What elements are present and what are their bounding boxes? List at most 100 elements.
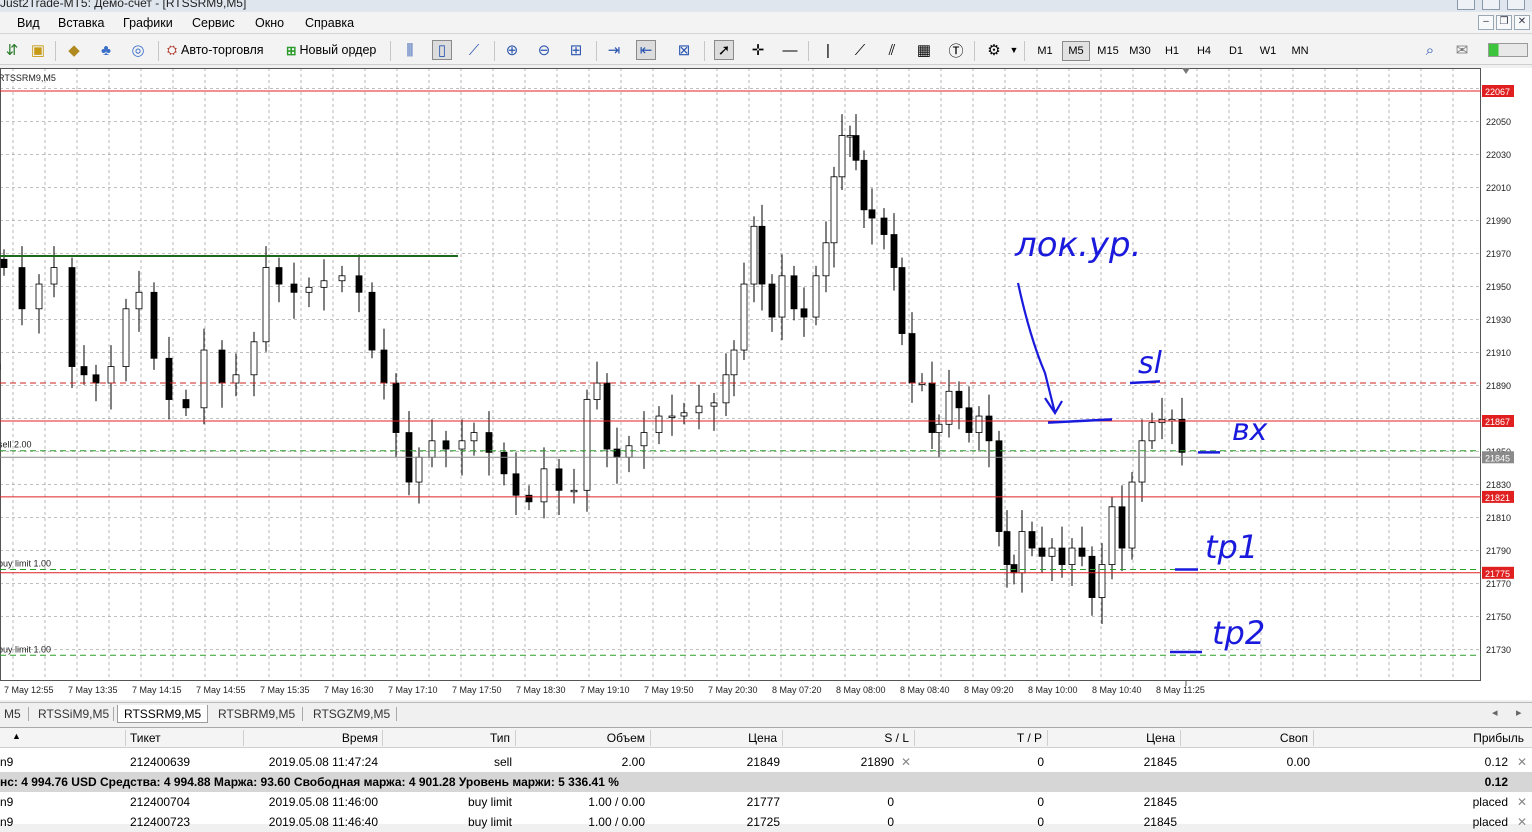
- cell-swap: 0.00: [1286, 755, 1310, 769]
- timeframe-d1[interactable]: D1: [1222, 41, 1250, 61]
- tab-rtssim9[interactable]: RTSSiM9,M5: [32, 705, 115, 723]
- price-chart[interactable]: 2207022050220302201021990219702195021930…: [0, 68, 1532, 700]
- position-row[interactable]: n9 212400639 2019.05.08 11:47:24 sell 2.…: [0, 752, 1532, 772]
- cell-tp[interactable]: 0: [914, 815, 1044, 829]
- candle-body: [1148, 422, 1156, 442]
- candle-body: [1178, 418, 1186, 453]
- text-tool-icon[interactable]: Ⓣ: [946, 40, 966, 60]
- col-current-price[interactable]: Цена: [1047, 731, 1175, 745]
- timeframe-w1[interactable]: W1: [1254, 41, 1282, 61]
- handwritten-sl-mark: [1129, 380, 1161, 385]
- zoom-in-icon[interactable]: ⊕: [502, 40, 522, 60]
- menu-tools[interactable]: Сервис: [192, 16, 235, 30]
- time-axis-label: 7 May 19:10: [580, 685, 630, 695]
- chart-shift-icon[interactable]: ⇤: [636, 40, 656, 60]
- remove-sl-icon[interactable]: ✕: [901, 755, 911, 769]
- tab-rtsbrm9[interactable]: RTSBRM9,M5: [212, 705, 301, 723]
- col-ticket[interactable]: Тикет: [130, 731, 161, 745]
- cursor-icon[interactable]: ➚: [714, 40, 734, 60]
- timeframe-m1[interactable]: M1: [1031, 41, 1059, 61]
- candle-body: [768, 283, 776, 318]
- tab-rtssrm9[interactable]: RTSSRM9,M5: [117, 705, 209, 723]
- menu-help[interactable]: Справка: [305, 16, 354, 30]
- cell-tp[interactable]: 0: [914, 755, 1044, 769]
- timeframe-m30[interactable]: M30: [1126, 41, 1154, 61]
- bar-chart-icon[interactable]: ⫼: [400, 40, 420, 60]
- candle-body: [758, 225, 766, 285]
- profiles-icon[interactable]: ▣: [28, 40, 48, 60]
- candlestick-chart-icon[interactable]: ▯: [432, 40, 452, 60]
- menu-window[interactable]: Окно: [255, 16, 284, 30]
- tabs-scroll-right-icon[interactable]: ▸: [1516, 706, 1522, 719]
- price-axis-label: 21970: [1486, 249, 1511, 259]
- shapes-icon[interactable]: ⚙: [984, 40, 1004, 60]
- balance-summary: нс: 4 994.76 USD Средства: 4 994.88 Марж…: [0, 775, 619, 789]
- chart-minimize-button[interactable]: –: [1478, 15, 1494, 30]
- col-time[interactable]: Время: [243, 731, 378, 745]
- candle-body: [35, 283, 43, 310]
- market-watch-icon[interactable]: ◆: [64, 40, 84, 60]
- menu-insert[interactable]: Вставка: [58, 16, 104, 30]
- line-chart-icon[interactable]: ⟋: [464, 40, 484, 60]
- cell-sl[interactable]: 0: [782, 815, 894, 829]
- chart-close-button[interactable]: ✕: [1514, 15, 1530, 30]
- new-order-button[interactable]: ⊞ Новый ордер: [286, 39, 376, 61]
- price-tag-label: 21821: [1485, 493, 1510, 503]
- equidistant-channel-icon[interactable]: ⫽: [882, 40, 902, 60]
- col-price[interactable]: Цена: [650, 731, 777, 745]
- indicators-icon[interactable]: ⊠: [674, 40, 694, 60]
- chat-icon[interactable]: ✉: [1452, 40, 1472, 60]
- chevron-down-icon[interactable]: ▼: [1004, 40, 1024, 60]
- fibonacci-icon[interactable]: ▦: [914, 40, 934, 60]
- cell-sl[interactable]: 21890: [782, 755, 894, 769]
- order-row[interactable]: n9 212400723 2019.05.08 11:46:40 buy lim…: [0, 812, 1532, 832]
- order-line-label: buy limit 1.00: [0, 559, 51, 569]
- minimize-window-button[interactable]: [1457, 0, 1475, 10]
- close-position-icon[interactable]: ✕: [1517, 755, 1527, 769]
- chart-restore-button[interactable]: ❐: [1496, 15, 1512, 30]
- zoom-out-icon[interactable]: ⊖: [534, 40, 554, 60]
- new-chart-icon[interactable]: ⇵: [2, 40, 22, 60]
- auto-trading-button[interactable]: ⛭ Авто-торговля: [167, 39, 264, 61]
- cell-tp[interactable]: 0: [914, 795, 1044, 809]
- close-window-button[interactable]: [1507, 0, 1525, 10]
- delete-order-icon[interactable]: ✕: [1517, 795, 1527, 809]
- chart-area[interactable]: 2207022050220302201021990219702195021930…: [0, 68, 1532, 700]
- tab-rtsgzm9[interactable]: RTSGZM9,M5: [307, 705, 396, 723]
- col-tp[interactable]: T / P: [914, 731, 1042, 745]
- delete-order-icon[interactable]: ✕: [1517, 815, 1527, 829]
- timeframe-mn[interactable]: MN: [1286, 41, 1314, 61]
- trend-line-icon[interactable]: ⟋: [850, 40, 870, 60]
- timeframe-h4[interactable]: H4: [1190, 41, 1218, 61]
- cell-ticket: 212400723: [130, 815, 191, 829]
- horizontal-line-icon[interactable]: —: [780, 40, 800, 60]
- col-volume[interactable]: Объем: [515, 731, 645, 745]
- navigator-icon[interactable]: ♣: [96, 40, 116, 60]
- menu-view[interactable]: Вид: [17, 16, 40, 30]
- menu-charts[interactable]: Графики: [123, 16, 173, 30]
- search-icon[interactable]: ⌕: [1420, 40, 1440, 60]
- handwritten-tp1: tp1: [1205, 528, 1258, 566]
- vertical-line-icon[interactable]: |: [818, 40, 838, 60]
- order-row[interactable]: n9 212400704 2019.05.08 11:46:00 buy lim…: [0, 792, 1532, 812]
- data-window-icon[interactable]: ◎: [128, 40, 148, 60]
- cell-sl[interactable]: 0: [782, 795, 894, 809]
- col-type[interactable]: Тип: [382, 731, 510, 745]
- price-axis-label: 21830: [1486, 480, 1511, 490]
- col-swap[interactable]: Своп: [1180, 731, 1308, 745]
- col-sl[interactable]: S / L: [782, 731, 909, 745]
- candle-body: [218, 349, 226, 384]
- crosshair-icon[interactable]: ✛: [748, 40, 768, 60]
- timeframe-m5[interactable]: M5: [1062, 41, 1090, 61]
- tab-m5[interactable]: M5: [0, 705, 27, 723]
- timeframe-m15[interactable]: M15: [1094, 41, 1122, 61]
- maximize-window-button[interactable]: [1482, 0, 1500, 10]
- auto-scroll-icon[interactable]: ⇥: [604, 40, 624, 60]
- candle-body: [1003, 531, 1011, 565]
- sort-arrow-icon[interactable]: ▲: [12, 731, 21, 741]
- timeframe-h1[interactable]: H1: [1158, 41, 1186, 61]
- col-profit[interactable]: Прибыль: [1313, 731, 1524, 745]
- tile-windows-icon[interactable]: ⊞: [566, 40, 586, 60]
- candle-body: [525, 494, 533, 503]
- tabs-scroll-left-icon[interactable]: ◂: [1492, 706, 1498, 719]
